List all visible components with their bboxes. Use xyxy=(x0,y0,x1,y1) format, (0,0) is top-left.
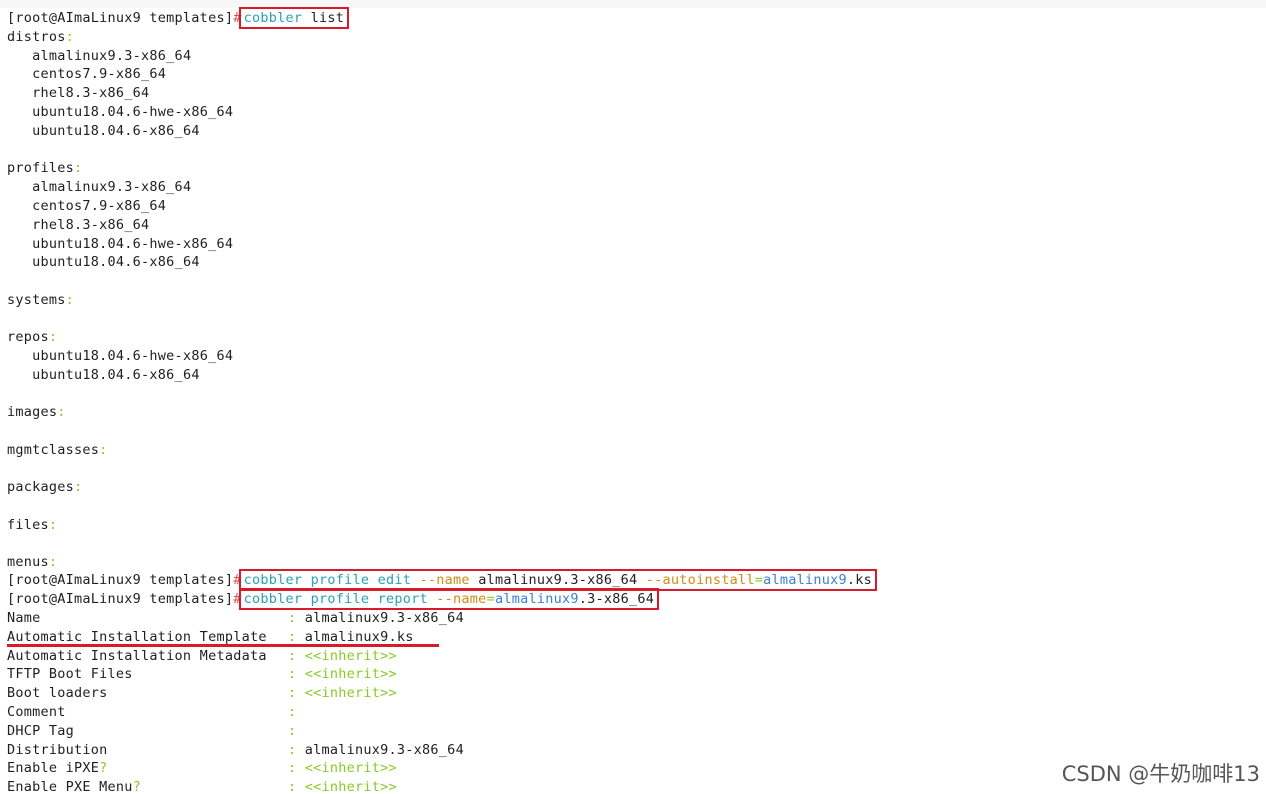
prompt: [root@AImaLinux9 templates] xyxy=(7,10,234,26)
list-item: centos7.9-x86_64 xyxy=(32,66,167,83)
report-row: TFTP Boot Files: <<inherit>> xyxy=(7,666,397,683)
report-row: Comment: xyxy=(7,704,305,720)
cmd-arg: list xyxy=(310,10,345,26)
section-systems: systems: xyxy=(7,292,75,308)
list-item: ubuntu18.04.6-x86_64 xyxy=(32,122,200,139)
report-row: Boot loaders: <<inherit>> xyxy=(7,685,397,702)
terminal-window[interactable]: [root@AImaLinux9 templates]# cobbler list… xyxy=(0,0,1266,794)
list-item: rhel8.3-x86_64 xyxy=(32,85,150,102)
prompt: [root@AImaLinux9 templates] xyxy=(7,572,234,588)
list-item: rhel8.3-x86_64 xyxy=(32,216,150,233)
prompt-line-cobbler-list: [root@AImaLinux9 templates]# cobbler list xyxy=(0,7,1266,29)
prompt-hash: # xyxy=(233,10,242,26)
section-profiles: profiles: xyxy=(7,160,83,177)
prompt-line-profile-edit: [root@AImaLinux9 templates]# cobbler prof… xyxy=(0,569,1266,591)
list-item: ubuntu18.04.6-x86_64 xyxy=(32,366,200,383)
list-item: almalinux9.3-x86_64 xyxy=(32,179,192,196)
list-item: centos7.9-x86_64 xyxy=(32,198,167,214)
section-distros: distros: xyxy=(7,28,75,45)
list-item: almalinux9.3-x86_64 xyxy=(32,47,192,64)
section-mgmtclasses: mgmtclasses: xyxy=(7,441,108,458)
report-row: Enable iPXE?: <<inherit>> xyxy=(7,760,397,777)
section-images: images: xyxy=(7,404,66,420)
prompt-line-profile-report: [root@AImaLinux9 templates]# cobbler prof… xyxy=(0,588,1266,610)
list-item: ubuntu18.04.6-hwe-x86_64 xyxy=(32,104,234,120)
terminal-top-strip xyxy=(0,0,1266,8)
report-row: Distribution: almalinux9.3-x86_64 xyxy=(7,741,464,758)
section-repos: repos: xyxy=(7,329,58,345)
report-row: Automatic Installation Metadata: <<inher… xyxy=(7,647,397,664)
report-row: Enable PXE Menu?: <<inherit>> xyxy=(7,778,397,794)
command-profile-report: cobbler profile report --name=almalinux9… xyxy=(238,588,660,610)
section-packages: packages: xyxy=(7,479,83,495)
prompt: [root@AImaLinux9 templates] xyxy=(7,591,234,607)
command-cobbler-list: cobbler list xyxy=(238,7,350,29)
report-row: Name: almalinux9.3-x86_64 xyxy=(7,610,464,626)
prompt-hash: # xyxy=(233,591,242,607)
report-row: DHCP Tag: xyxy=(7,722,305,739)
prompt-hash: # xyxy=(233,572,242,588)
csdn-watermark: CSDN @牛奶咖啡13 xyxy=(1061,762,1260,786)
list-item: ubuntu18.04.6-x86_64 xyxy=(32,254,200,271)
command-profile-edit: cobbler profile edit --name almalinux9.3… xyxy=(238,569,878,591)
list-item: ubuntu18.04.6-hwe-x86_64 xyxy=(32,347,234,364)
cmd-word: cobbler xyxy=(243,10,303,26)
list-item: ubuntu18.04.6-hwe-x86_64 xyxy=(32,235,234,252)
section-files: files: xyxy=(7,516,58,533)
section-menus: menus: xyxy=(7,553,58,570)
